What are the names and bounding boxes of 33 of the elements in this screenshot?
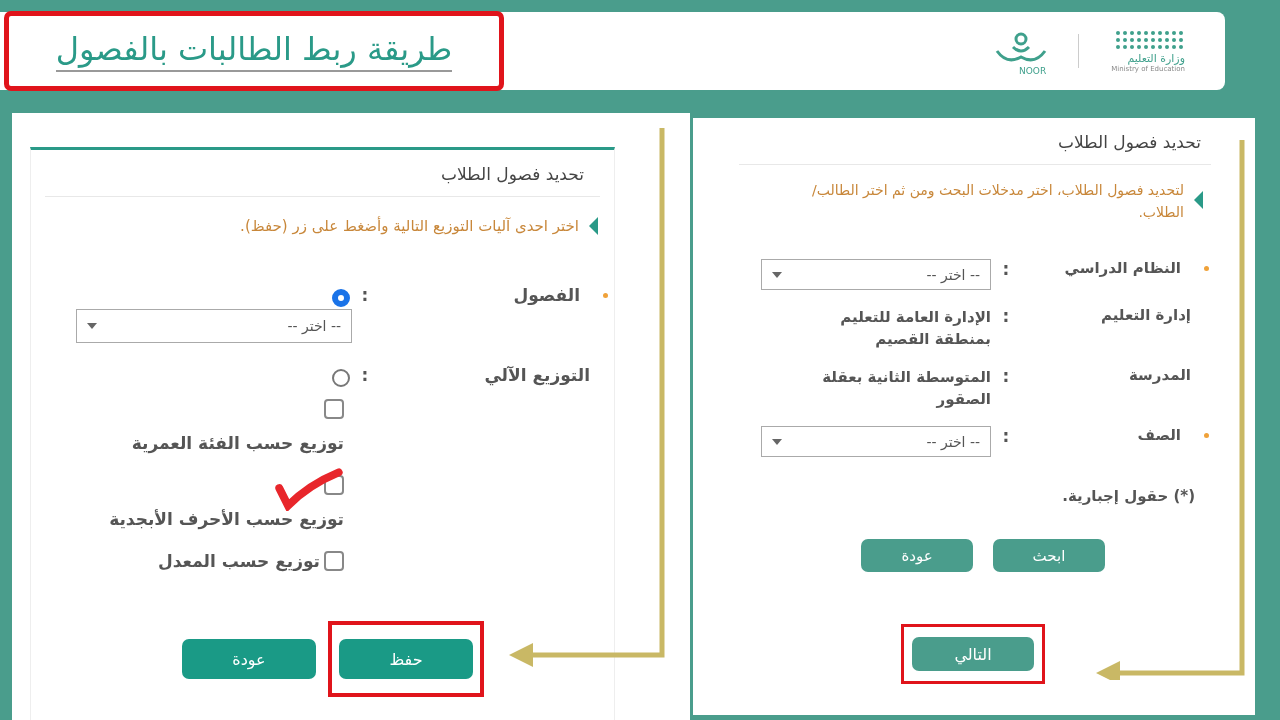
instruction-text: لتحديد فصول الطلاب، اختر مدخلات البحث ومن ثم اختر الطالب/ الطلاب.: [810, 181, 1184, 222]
field-label: النظام الدراسي: [1064, 259, 1181, 277]
dropdown-field[interactable]: -- اختر --: [76, 309, 352, 343]
checkbox-label: توزيع حسب الأحرف الأبجدية: [109, 509, 344, 529]
form-button[interactable]: ابحث: [993, 539, 1105, 572]
checkbox-label: توزيع حسب المعدل: [158, 551, 320, 571]
form-button[interactable]: عودة: [182, 639, 316, 679]
option-label: الفصول: [513, 285, 580, 305]
noor-label: NOOR: [1019, 66, 1047, 76]
form-button[interactable]: حفظ: [339, 639, 473, 679]
required-note: (*) حقول إجبارية.: [1061, 486, 1196, 505]
card-title: تحديد فصول الطلاب: [45, 150, 600, 197]
field-value: الإدارة العامة للتعليم بمنطقة القصيم: [839, 307, 991, 350]
colon: :: [1001, 259, 1011, 279]
ministry-name: وزارة التعليم: [1127, 51, 1185, 65]
colon: :: [1001, 366, 1011, 386]
field-label: الصف: [1137, 426, 1181, 444]
colon: :: [1001, 426, 1011, 446]
instruction-text: اختر احدى آليات التوزيع التالية وأضغط على زر (حفظ).: [240, 215, 579, 237]
field-label: إدارة التعليم: [1100, 306, 1191, 324]
checkbox-label: توزيع حسب الفئة العمرية: [131, 433, 344, 453]
dropdown-field[interactable]: -- اختر --: [761, 426, 991, 457]
option-label: التوزيع الآلي: [484, 365, 590, 385]
next-button[interactable]: التالي: [912, 637, 1034, 671]
page-title: طريقة ربط الطالبات بالفصول: [55, 30, 453, 72]
dropdown-field[interactable]: -- اختر --: [761, 259, 991, 290]
field-value: المتوسطة الثانية بعقلة الصقور: [821, 367, 991, 410]
colon: :: [1001, 306, 1011, 326]
card-title: تحديد فصول الطلاب: [739, 118, 1211, 165]
field-label: المدرسة: [1129, 366, 1191, 384]
colon: :: [360, 285, 370, 305]
form-button[interactable]: عودة: [861, 539, 973, 572]
colon: :: [360, 365, 370, 385]
